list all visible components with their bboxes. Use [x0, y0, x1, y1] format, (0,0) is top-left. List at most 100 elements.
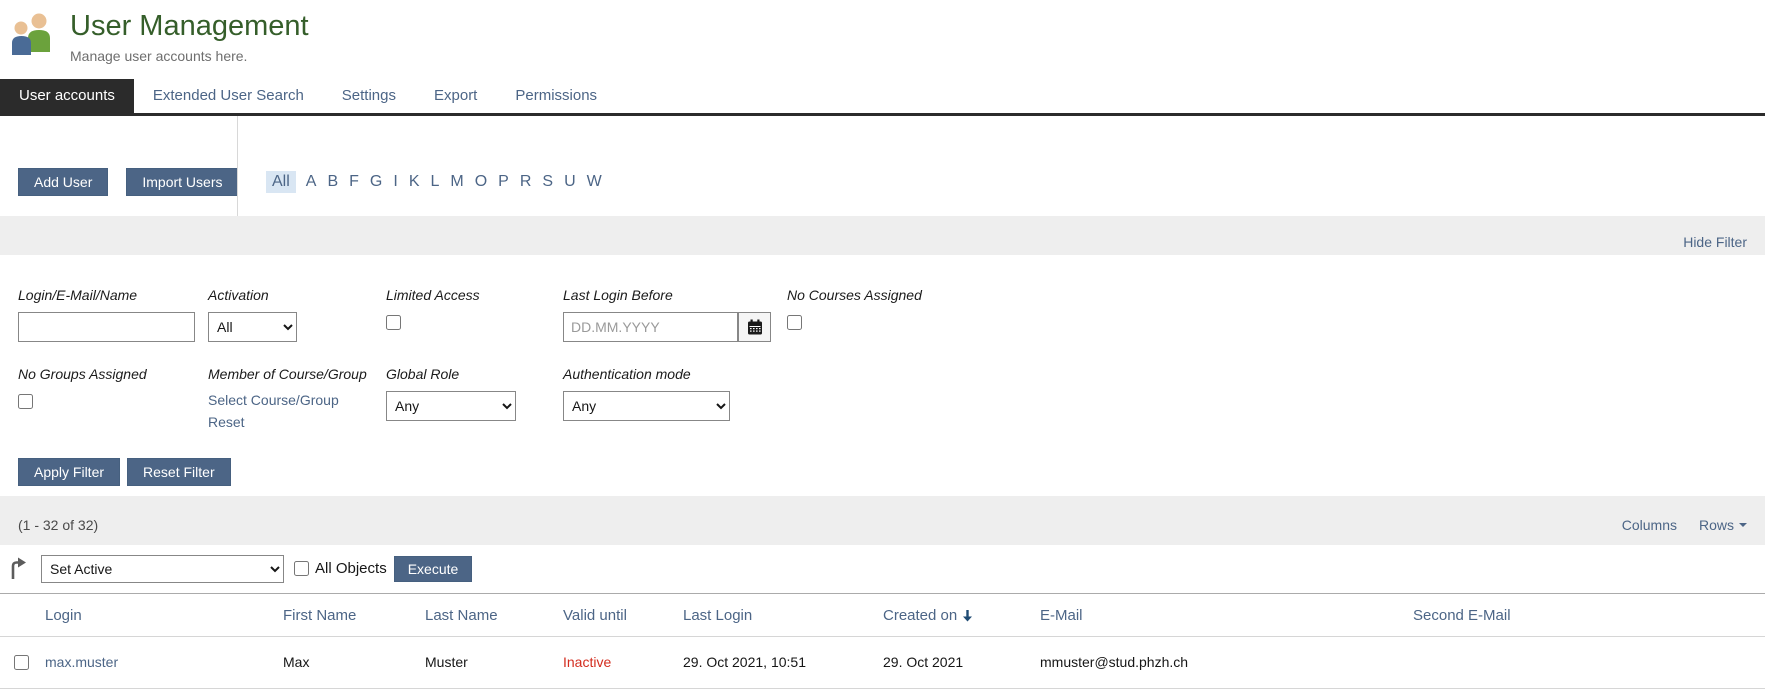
rows-label: Rows — [1699, 517, 1734, 533]
bulk-action-select[interactable]: Set Active — [41, 555, 284, 583]
filter-field-no-courses: No Courses Assigned — [787, 287, 1747, 342]
cell-login: max.muster — [37, 636, 275, 688]
column-header-last-name[interactable]: Last Name — [417, 593, 555, 636]
reset-course-group-link[interactable]: Reset — [208, 413, 386, 431]
user-login-link[interactable]: max.muster — [45, 654, 118, 670]
cell-last-name: Muster — [417, 636, 555, 688]
alphabet-letter[interactable]: W — [586, 173, 603, 191]
row-checkbox-cell — [0, 636, 37, 688]
select-course-group-link[interactable]: Select Course/Group — [208, 391, 386, 409]
no-groups-checkbox[interactable] — [18, 394, 33, 409]
login-filter-input[interactable] — [18, 312, 195, 342]
add-user-button[interactable]: Add User — [18, 168, 108, 196]
alphabet-letter[interactable]: A — [305, 173, 318, 191]
alphabet-letter[interactable]: K — [408, 173, 421, 191]
filter-field-activation: Activation All — [208, 287, 386, 342]
filter-label-global-role: Global Role — [386, 366, 563, 382]
reset-filter-button[interactable]: Reset Filter — [127, 458, 231, 486]
tab-permissions[interactable]: Permissions — [496, 79, 616, 113]
bulk-action-arrow-icon — [10, 557, 27, 580]
users-table: Login First Name Last Name Valid until L… — [0, 593, 1765, 689]
alphabet-letter[interactable]: L — [429, 173, 440, 191]
filter-actions: Apply Filter Reset Filter — [18, 458, 1747, 486]
import-users-button[interactable]: Import Users — [126, 168, 238, 196]
column-header-first-name[interactable]: First Name — [275, 593, 417, 636]
execute-button[interactable]: Execute — [394, 556, 473, 582]
column-header-created-on[interactable]: Created on — [875, 593, 1032, 636]
row-checkbox[interactable] — [14, 655, 29, 670]
alphabet-letter[interactable]: M — [449, 173, 464, 191]
columns-link[interactable]: Columns — [1622, 517, 1677, 533]
header-checkbox-cell — [0, 593, 37, 636]
chevron-down-icon — [1739, 523, 1747, 531]
filter-field-member: Member of Course/Group Select Course/Gro… — [208, 366, 386, 433]
filter-spacer — [787, 366, 1747, 433]
created-on-label: Created on — [883, 607, 957, 624]
alphabet-letter[interactable]: G — [369, 173, 383, 191]
alphabet-letter[interactable]: O — [474, 173, 488, 191]
all-objects-checkbox[interactable] — [294, 561, 309, 576]
filter-field-last-login: Last Login Before — [563, 287, 787, 342]
no-courses-checkbox[interactable] — [787, 315, 802, 330]
rows-dropdown[interactable]: Rows — [1699, 517, 1747, 533]
filter-label-activation: Activation — [208, 287, 386, 303]
page-subtitle: Manage user accounts here. — [70, 48, 309, 64]
table-row: max.muster Max Muster Inactive 29. Oct 2… — [0, 636, 1765, 688]
table-header-row: Login First Name Last Name Valid until L… — [0, 593, 1765, 636]
page-title: User Management — [70, 10, 309, 43]
auth-mode-select[interactable]: Any — [563, 391, 730, 421]
alphabet-letter[interactable]: B — [326, 173, 339, 191]
all-objects-label: All Objects — [315, 560, 387, 577]
filter-label-no-groups: No Groups Assigned — [18, 366, 208, 382]
filter-row-1: Login/E-Mail/Name Activation All Limited… — [18, 287, 1747, 342]
alphabet-all[interactable]: All — [266, 171, 296, 193]
filter-field-login: Login/E-Mail/Name — [18, 287, 208, 342]
tab-bar: User accounts Extended User Search Setti… — [0, 79, 1765, 116]
calendar-button[interactable] — [738, 312, 771, 342]
user-management-page: User Management Manage user accounts her… — [0, 0, 1765, 690]
activation-select[interactable]: All — [208, 312, 297, 342]
alphabet-nav: All A B F G I K L M O P R S U W — [237, 116, 1765, 216]
alphabet-letter[interactable]: P — [497, 173, 510, 191]
tab-export[interactable]: Export — [415, 79, 496, 113]
alphabet-letter[interactable]: R — [519, 173, 533, 191]
filter-label-login: Login/E-Mail/Name — [18, 287, 208, 303]
cell-valid-until: Inactive — [555, 636, 675, 688]
status-badge: Inactive — [563, 654, 611, 670]
toolbar-buttons: Add User Import Users — [0, 116, 237, 216]
column-header-email[interactable]: E-Mail — [1032, 593, 1405, 636]
apply-filter-button[interactable]: Apply Filter — [18, 458, 120, 486]
toolbar: Add User Import Users All A B F G I K L … — [0, 116, 1765, 216]
column-header-last-login[interactable]: Last Login — [675, 593, 875, 636]
alphabet-letter[interactable]: I — [392, 173, 398, 191]
filter-panel: Login/E-Mail/Name Activation All Limited… — [0, 255, 1765, 495]
column-header-second-email[interactable]: Second E-Mail — [1405, 593, 1765, 636]
tab-settings[interactable]: Settings — [323, 79, 415, 113]
alphabet-letter[interactable]: U — [563, 173, 577, 191]
cell-second-email — [1405, 636, 1765, 688]
alphabet-letter[interactable]: S — [541, 173, 554, 191]
last-login-date-input[interactable] — [563, 312, 738, 342]
tab-user-accounts[interactable]: User accounts — [0, 79, 134, 113]
calendar-icon — [747, 319, 763, 335]
hide-filter-link[interactable]: Hide Filter — [1683, 234, 1747, 250]
users-icon — [8, 10, 58, 60]
result-range: (1 - 32 of 32) — [18, 507, 98, 533]
cell-first-name: Max — [275, 636, 417, 688]
filter-field-no-groups: No Groups Assigned — [18, 366, 208, 433]
filter-field-auth-mode: Authentication mode Any — [563, 366, 787, 433]
list-header-controls: Columns Rows — [1622, 507, 1747, 533]
filter-label-auth-mode: Authentication mode — [563, 366, 787, 382]
column-header-valid-until[interactable]: Valid until — [555, 593, 675, 636]
column-header-login[interactable]: Login — [37, 593, 275, 636]
tab-extended-user-search[interactable]: Extended User Search — [134, 79, 323, 113]
filter-label-member: Member of Course/Group — [208, 366, 386, 382]
cell-email: mmuster@stud.phzh.ch — [1032, 636, 1405, 688]
limited-access-checkbox[interactable] — [386, 315, 401, 330]
alphabet-letter[interactable]: F — [348, 173, 360, 191]
global-role-select[interactable]: Any — [386, 391, 516, 421]
filter-header-band: Hide Filter — [0, 216, 1765, 255]
filter-field-global-role: Global Role Any — [386, 366, 563, 433]
header-text: User Management Manage user accounts her… — [70, 10, 309, 64]
filter-field-limited-access: Limited Access — [386, 287, 563, 342]
